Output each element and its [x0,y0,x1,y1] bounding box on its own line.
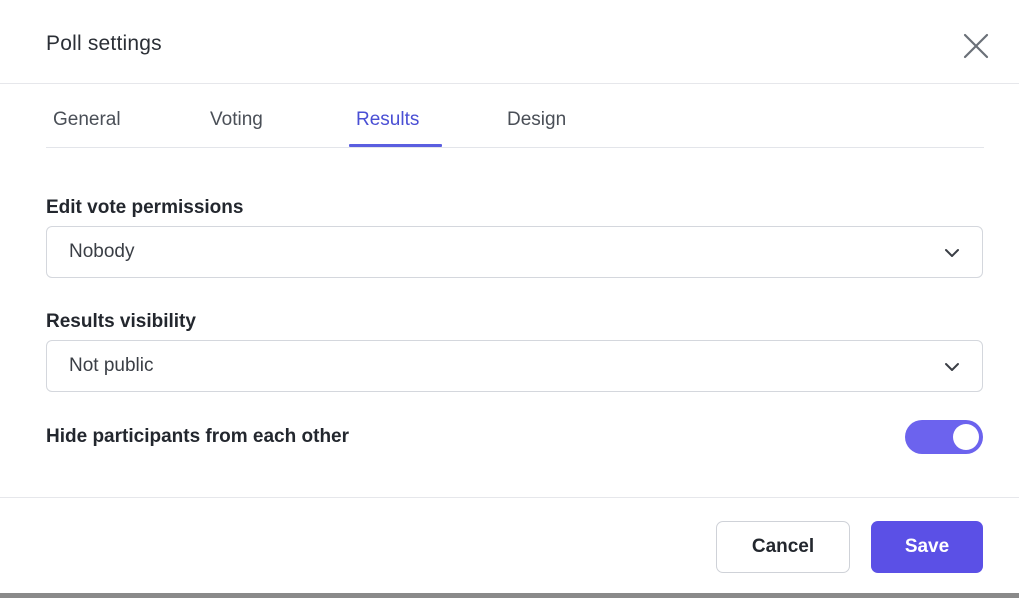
tab-general[interactable]: General [53,104,121,148]
dialog-header: Poll settings [0,0,1019,84]
save-button[interactable]: Save [871,521,983,573]
footer-divider [0,497,1019,498]
results-visibility-select[interactable]: Not public [46,340,983,392]
hide-participants-label: Hide participants from each other [46,426,350,447]
results-visibility-label: Results visibility [46,311,196,332]
tab-results[interactable]: Results [356,104,419,148]
chevron-down-icon [945,249,959,257]
tab-voting[interactable]: Voting [210,104,263,148]
settings-tabs: General Voting Results Design [46,104,984,148]
hide-participants-toggle[interactable] [905,420,983,454]
cancel-button[interactable]: Cancel [716,521,850,573]
results-visibility-value: Not public [69,355,154,376]
close-icon [963,33,989,59]
toggle-knob [953,424,979,450]
edit-vote-permissions-value: Nobody [69,241,135,262]
dialog-title: Poll settings [46,32,162,55]
tab-design[interactable]: Design [507,104,566,148]
close-button[interactable] [958,28,994,64]
edit-vote-permissions-label: Edit vote permissions [46,197,244,218]
edit-vote-permissions-select[interactable]: Nobody [46,226,983,278]
poll-settings-dialog: Poll settings General Voting Results Des… [0,0,1019,598]
chevron-down-icon [945,363,959,371]
active-tab-indicator [349,144,442,147]
